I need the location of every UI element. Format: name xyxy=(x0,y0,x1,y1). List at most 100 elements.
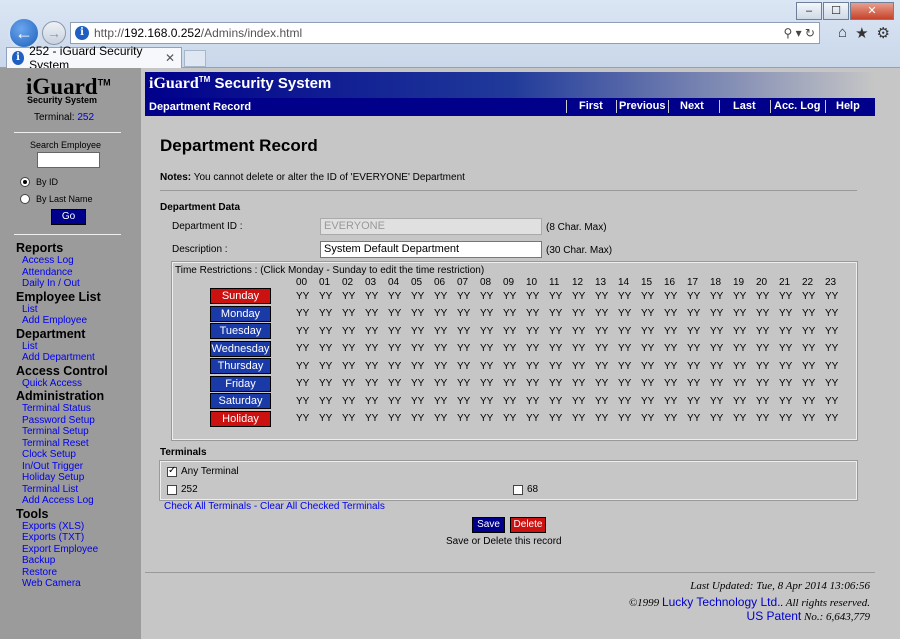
menu-link-exports-xls[interactable]: Exports (XLS) xyxy=(16,521,140,533)
hour-label: 12 xyxy=(572,277,584,288)
minimize-button[interactable]: – xyxy=(796,2,822,20)
divider xyxy=(14,234,121,235)
menu-link-terminal-status[interactable]: Terminal Status xyxy=(16,403,140,415)
menu-link-terminal-reset[interactable]: Terminal Reset xyxy=(16,438,140,450)
time-cell: YY xyxy=(825,343,839,354)
time-cell: YY xyxy=(319,290,333,302)
day-button-sunday[interactable]: Sunday xyxy=(210,288,271,304)
close-window-button[interactable]: ✕ xyxy=(850,2,894,20)
company-link[interactable]: Lucky Technology Ltd. xyxy=(662,595,781,609)
last-updated: Last Updated: Tue, 8 Apr 2014 13:06:56 xyxy=(690,580,870,592)
nav-next-link[interactable]: Next xyxy=(680,100,704,112)
menu-link-attendance[interactable]: Attendance xyxy=(16,267,140,279)
hour-label: 23 xyxy=(825,277,837,288)
tab-close-icon[interactable]: ✕ xyxy=(165,51,175,65)
menu-link-add-department[interactable]: Add Department xyxy=(16,352,140,364)
day-button-tuesday[interactable]: Tuesday xyxy=(210,323,271,339)
menu-link-restore[interactable]: Restore xyxy=(16,567,140,579)
time-cell: YY xyxy=(710,413,724,424)
menu-link-terminal-setup[interactable]: Terminal Setup xyxy=(16,426,140,438)
radio-by-id[interactable]: By ID xyxy=(20,177,58,187)
menu-link-export-employee[interactable]: Export Employee xyxy=(16,544,140,556)
day-button-thursday[interactable]: Thursday xyxy=(210,358,271,374)
time-cell: YY xyxy=(595,290,609,302)
main-area: iGuardTM Security System Department Reco… xyxy=(141,68,900,639)
time-cell: YY xyxy=(572,378,586,389)
time-cell: YY xyxy=(779,413,793,424)
menu-link-add-access-log[interactable]: Add Access Log xyxy=(16,495,140,507)
checkbox[interactable] xyxy=(513,484,523,495)
time-cell: YY xyxy=(733,308,747,319)
menu-heading: Department xyxy=(16,326,86,341)
radio-button[interactable] xyxy=(20,177,30,187)
search-employee-input[interactable] xyxy=(37,152,100,168)
time-cell: YY xyxy=(503,360,517,372)
new-tab-button[interactable] xyxy=(184,50,206,67)
time-cell: YY xyxy=(411,413,425,424)
menu-link-web-camera[interactable]: Web Camera xyxy=(16,578,140,590)
menu-link-holiday-setup[interactable]: Holiday Setup xyxy=(16,472,140,484)
time-cell: YY xyxy=(526,378,540,389)
time-cell: YY xyxy=(388,343,402,354)
time-cell: YY xyxy=(549,378,563,389)
checkbox[interactable] xyxy=(167,484,177,495)
home-icon[interactable]: ⌂ xyxy=(838,24,847,42)
menu-link-exports-txt[interactable]: Exports (TXT) xyxy=(16,532,140,544)
time-cell: YY xyxy=(802,308,816,319)
menu-link-access-log[interactable]: Access Log xyxy=(16,255,140,267)
forward-button[interactable]: → xyxy=(42,21,66,45)
time-cell: YY xyxy=(733,290,747,302)
nav-last-link[interactable]: Last xyxy=(733,100,756,112)
menu-link-list[interactable]: List xyxy=(16,304,140,316)
day-button-holiday[interactable]: Holiday xyxy=(210,410,271,427)
menu-link-list[interactable]: List xyxy=(16,341,140,353)
nav-help-link[interactable]: Help xyxy=(836,100,860,112)
menu-link-in-out-trigger[interactable]: In/Out Trigger xyxy=(16,461,140,473)
menu-link-backup[interactable]: Backup xyxy=(16,555,140,567)
address-tools-icons[interactable]: ⚲ ▾ ↻ xyxy=(783,26,815,40)
day-button-monday[interactable]: Monday xyxy=(210,305,271,322)
menu-link-add-employee[interactable]: Add Employee xyxy=(16,315,140,327)
menu-link-clock-setup[interactable]: Clock Setup xyxy=(16,449,140,461)
time-cell: YY xyxy=(457,378,471,389)
menu-link-quick-access[interactable]: Quick Access xyxy=(16,378,140,390)
footer-divider xyxy=(145,572,875,573)
clear-all-terminals-link[interactable]: Clear All Checked Terminals xyxy=(260,501,385,512)
time-cell: YY xyxy=(802,343,816,354)
time-cell: YY xyxy=(319,325,333,337)
menu-link-terminal-list[interactable]: Terminal List xyxy=(16,484,140,496)
checkbox[interactable] xyxy=(167,465,177,477)
save-button[interactable]: Save xyxy=(472,517,505,533)
menu-link-daily-in-out[interactable]: Daily In / Out xyxy=(16,278,140,290)
time-cell: YY xyxy=(664,325,678,337)
patent-link[interactable]: US Patent xyxy=(747,609,802,623)
time-cell: YY xyxy=(503,413,517,424)
terminal-252-checkbox[interactable]: 252 xyxy=(167,484,198,495)
description-field[interactable]: System Default Department xyxy=(320,241,542,258)
time-cell: YY xyxy=(825,308,839,319)
maximize-button[interactable]: ☐ xyxy=(823,2,849,20)
menu-link-password-setup[interactable]: Password Setup xyxy=(16,415,140,427)
time-cell: YY xyxy=(457,360,471,372)
nav-previous-link[interactable]: Previous xyxy=(619,100,665,112)
day-button-friday[interactable]: Friday xyxy=(210,375,271,392)
check-all-terminals-link[interactable]: Check All Terminals xyxy=(164,501,251,512)
delete-button[interactable]: Delete xyxy=(510,517,546,533)
time-cell: YY xyxy=(342,290,356,302)
any-terminal-checkbox[interactable]: Any Terminal xyxy=(167,465,239,477)
day-button-wednesday[interactable]: Wednesday xyxy=(210,340,271,357)
radio-button[interactable] xyxy=(20,194,30,204)
day-button-saturday[interactable]: Saturday xyxy=(210,393,271,409)
terminal-68-checkbox[interactable]: 68 xyxy=(513,484,538,495)
address-bar[interactable]: i http://192.168.0.252/Admins/index.html… xyxy=(70,22,820,44)
time-cell: YY xyxy=(641,395,655,407)
day-row: Holiday YY YY YY YY YY YY YY YY YY YY YY YY YY YY YY YY Y… xyxy=(210,410,848,427)
nav-first-link[interactable]: First xyxy=(579,100,603,112)
favorites-icon[interactable]: ★ xyxy=(855,24,868,42)
nav-access-log-link[interactable]: Acc. Log xyxy=(774,100,820,112)
browser-tab[interactable]: i 252 - iGuard Security System ✕ xyxy=(6,44,182,72)
radio-by-last-name[interactable]: By Last Name xyxy=(20,194,93,204)
go-button[interactable]: Go xyxy=(51,209,86,225)
time-cell: YY xyxy=(756,308,770,319)
settings-icon[interactable]: ⚙ xyxy=(877,24,890,42)
